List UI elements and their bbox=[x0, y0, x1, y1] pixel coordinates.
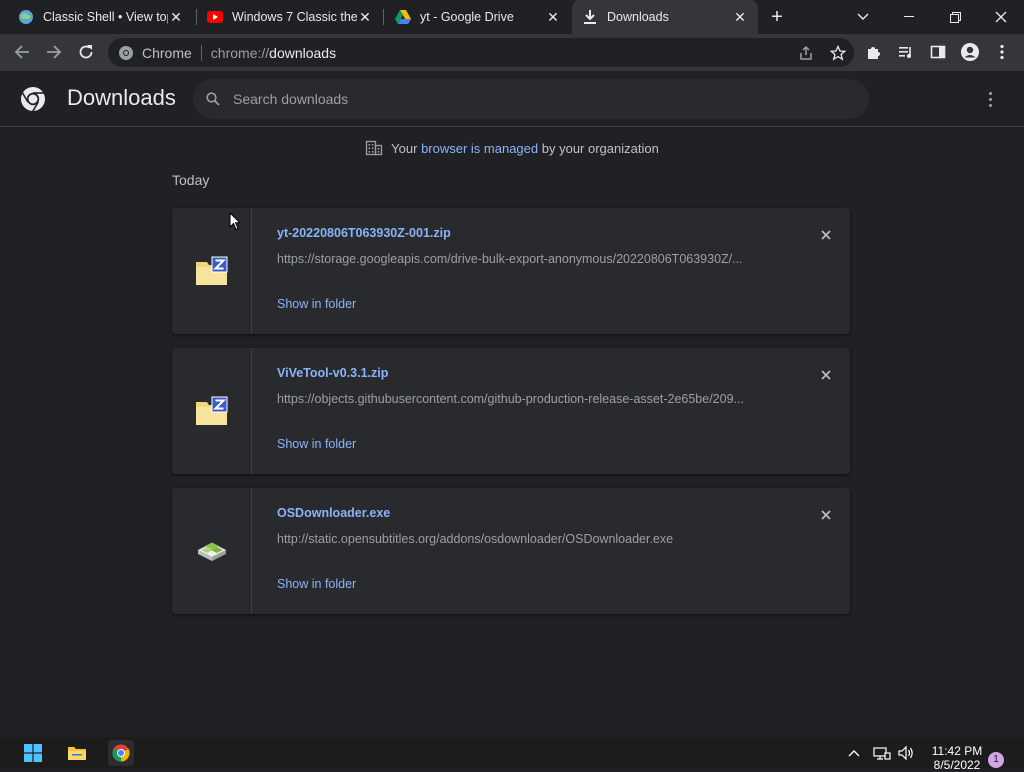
download-source-url[interactable]: http://static.opensubtitles.org/addons/o… bbox=[277, 532, 772, 546]
volume-icon[interactable] bbox=[894, 740, 918, 766]
show-in-folder-link[interactable]: Show in folder bbox=[277, 437, 356, 451]
managed-prefix: Your bbox=[391, 140, 418, 156]
tab-classic-shell[interactable]: Classic Shell • View top ✕ bbox=[8, 0, 194, 34]
building-icon bbox=[366, 140, 383, 156]
tab-title: yt - Google Drive bbox=[420, 10, 514, 24]
windows-taskbar: 11:42 PM 8/5/2022 1 bbox=[0, 737, 1024, 772]
file-explorer-button[interactable] bbox=[64, 740, 90, 766]
file-icon-cell bbox=[172, 348, 252, 474]
notification-badge[interactable]: 1 bbox=[988, 752, 1004, 768]
chrome-menu-icon[interactable] bbox=[990, 40, 1014, 64]
tab-windows-7-theme[interactable]: Windows 7 Classic them ✕ bbox=[197, 0, 383, 34]
chrome-icon bbox=[119, 45, 133, 60]
search-downloads-box[interactable] bbox=[193, 79, 869, 119]
download-item: yt-20220806T063930Z-001.zip https://stor… bbox=[172, 208, 850, 334]
search-icon bbox=[193, 92, 233, 106]
clock-date: 8/5/2022 bbox=[933, 758, 981, 772]
close-window-button[interactable] bbox=[978, 0, 1024, 34]
network-icon[interactable] bbox=[870, 740, 894, 766]
downloads-header: Downloads bbox=[0, 71, 1024, 127]
tab-search-chevron-icon[interactable] bbox=[840, 0, 886, 34]
show-in-folder-link[interactable]: Show in folder bbox=[277, 577, 356, 591]
youtube-icon bbox=[207, 9, 223, 25]
page-title: Downloads bbox=[67, 85, 176, 110]
close-tab-icon[interactable]: ✕ bbox=[545, 9, 561, 25]
back-button[interactable] bbox=[10, 40, 34, 64]
more-actions-icon[interactable] bbox=[980, 87, 1000, 111]
download-item: ViVeTool-v0.3.1.zip https://objects.gith… bbox=[172, 348, 850, 474]
chrome-taskbar-button[interactable] bbox=[108, 740, 134, 766]
tab-title: Classic Shell • View top bbox=[43, 10, 168, 24]
download-source-url[interactable]: https://objects.githubusercontent.com/gi… bbox=[277, 392, 772, 406]
download-filename-link[interactable]: ViVeTool-v0.3.1.zip bbox=[277, 366, 388, 380]
restore-button[interactable] bbox=[932, 0, 978, 34]
google-drive-icon bbox=[395, 9, 411, 25]
site-label: Chrome bbox=[142, 44, 192, 61]
globe-icon bbox=[18, 9, 34, 25]
remove-download-icon[interactable] bbox=[817, 226, 835, 244]
bookmark-star-icon[interactable] bbox=[822, 44, 854, 61]
download-icon bbox=[582, 9, 598, 25]
start-button[interactable] bbox=[20, 740, 46, 766]
remove-download-icon[interactable] bbox=[817, 366, 835, 384]
exe-app-icon bbox=[197, 542, 226, 561]
close-tab-icon[interactable]: ✕ bbox=[168, 9, 184, 25]
mouse-pointer-icon bbox=[229, 212, 241, 231]
tab-google-drive[interactable]: yt - Google Drive ✕ bbox=[385, 0, 571, 34]
download-source-url[interactable]: https://storage.googleapis.com/drive-bul… bbox=[277, 252, 772, 266]
file-icon-cell bbox=[172, 488, 252, 614]
url-scheme: chrome:// bbox=[210, 44, 270, 61]
forward-button[interactable] bbox=[42, 40, 66, 64]
reload-button[interactable] bbox=[74, 40, 98, 64]
download-filename-link[interactable]: OSDownloader.exe bbox=[277, 506, 390, 520]
url-host: downloads bbox=[269, 44, 337, 61]
browser-managed-link[interactable]: browser is managed bbox=[421, 141, 538, 156]
tab-title: Downloads bbox=[607, 10, 669, 24]
tab-title: Windows 7 Classic them bbox=[232, 10, 357, 24]
tab-strip: Classic Shell • View top ✕ Windows 7 Cla… bbox=[0, 0, 1024, 34]
new-tab-button[interactable]: + bbox=[766, 6, 788, 28]
date-section-label: Today bbox=[172, 172, 210, 188]
minimize-button[interactable] bbox=[886, 0, 932, 34]
show-in-folder-link[interactable]: Show in folder bbox=[277, 297, 356, 311]
zip-folder-icon bbox=[195, 396, 227, 425]
zip-folder-icon bbox=[195, 256, 227, 285]
media-control-icon[interactable] bbox=[894, 40, 918, 64]
tab-downloads[interactable]: Downloads ✕ bbox=[572, 0, 758, 34]
chrome-color-icon bbox=[112, 744, 130, 762]
chrome-logo-icon bbox=[21, 87, 45, 112]
managed-notice: Your browser is managed by your organiza… bbox=[0, 139, 1024, 157]
folder-icon bbox=[68, 747, 86, 760]
share-icon[interactable] bbox=[790, 45, 822, 61]
download-item: OSDownloader.exe http://static.opensubti… bbox=[172, 488, 850, 614]
profile-avatar-icon[interactable] bbox=[958, 40, 982, 64]
download-filename-link[interactable]: yt-20220806T063930Z-001.zip bbox=[277, 226, 451, 240]
address-bar[interactable]: Chrome chrome://downloads bbox=[108, 38, 854, 67]
show-hidden-icons-chevron-icon[interactable] bbox=[842, 740, 866, 766]
close-tab-icon[interactable]: ✕ bbox=[357, 9, 373, 25]
managed-suffix: by your organization bbox=[541, 140, 659, 156]
extensions-icon[interactable] bbox=[862, 40, 886, 64]
site-info[interactable]: Chrome bbox=[108, 45, 192, 61]
url-text[interactable]: chrome://downloads bbox=[211, 45, 336, 61]
windows-logo-icon bbox=[24, 744, 42, 762]
clock-time: 11:42 PM bbox=[931, 744, 983, 758]
browser-toolbar: Chrome chrome://downloads bbox=[0, 34, 1024, 71]
remove-download-icon[interactable] bbox=[817, 506, 835, 524]
search-input[interactable] bbox=[233, 91, 869, 107]
close-tab-icon[interactable]: ✕ bbox=[732, 9, 748, 25]
side-panel-icon[interactable] bbox=[926, 40, 950, 64]
